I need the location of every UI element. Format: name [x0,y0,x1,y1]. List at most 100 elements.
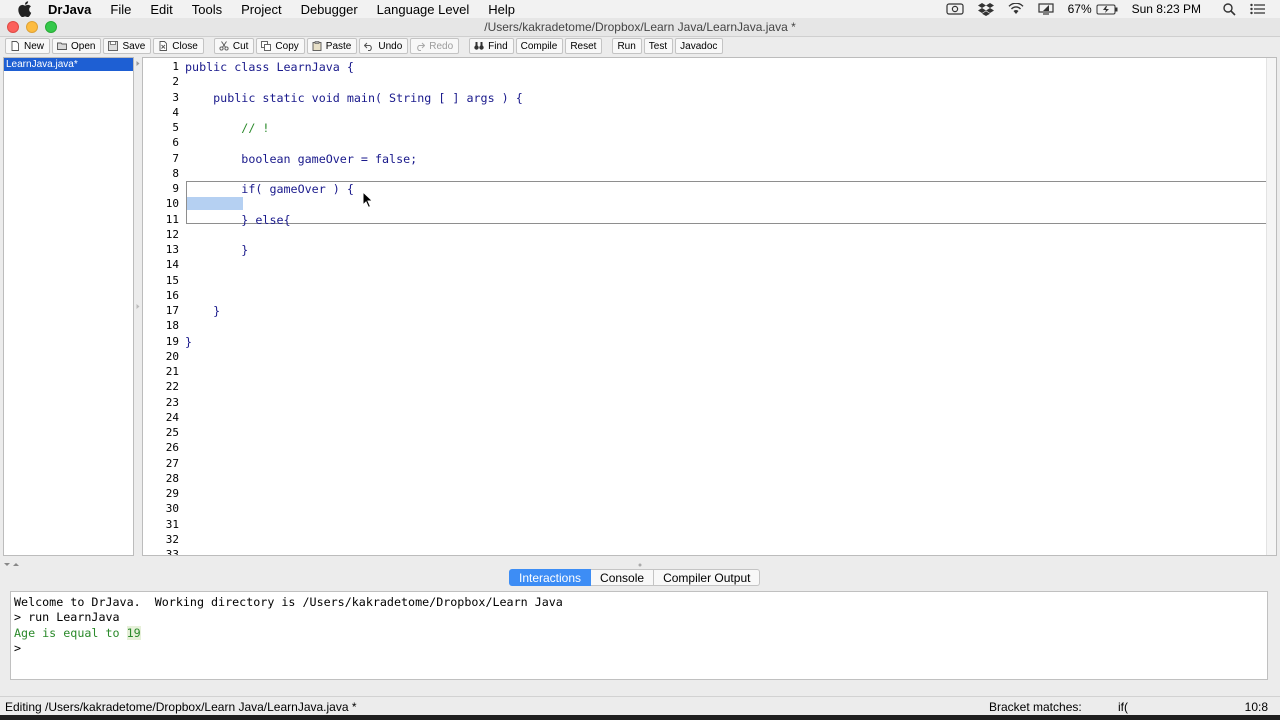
find-button[interactable]: Find [469,38,514,54]
line-number: 9 [172,182,179,195]
line-number: 13 [165,243,179,256]
line-number: 16 [165,288,179,302]
undo-arrow-icon [364,42,373,51]
code-line: boolean gameOver = false; [185,151,418,166]
battery-percent[interactable]: 67% [1068,2,1092,16]
editor-vertical-scrollbar[interactable] [1266,58,1276,555]
line-number: 20 [165,349,179,363]
spotlight-search-icon[interactable] [1223,2,1236,16]
interactions-welcome-line: Welcome to DrJava. Working directory is … [14,595,563,609]
line-number: 6 [172,136,179,150]
line-number: 19 [165,334,179,348]
open-folder-icon [57,42,67,50]
mouse-pointer-icon [362,191,374,209]
code-line: } [185,243,249,257]
reset-button[interactable]: Reset [565,38,603,54]
line-number-gutter: 1 2 3 4 5 6 7 8 9 10 11 12 13 14 15 16 17 18 19 20 21 22 23 24 2… [143,58,179,555]
wifi-icon[interactable] [1008,3,1024,15]
save-button-label: Save [122,40,146,52]
clipboard-icon [312,41,322,51]
cut-button[interactable]: Cut [213,38,255,54]
open-files-pane[interactable]: LearnJava.java* [3,57,134,556]
menu-language-level[interactable]: Language Level [377,2,470,17]
new-button-label: New [24,40,45,52]
line-number: 11 [165,212,179,226]
menu-app-name[interactable]: DrJava [48,2,91,17]
line-number: 2 [172,75,179,89]
tab-console[interactable]: Console [591,569,655,586]
menu-tools[interactable]: Tools [192,2,222,17]
interactions-pane[interactable]: Welcome to DrJava. Working directory is … [10,591,1268,680]
pane-splitter-vertical[interactable] [136,57,140,556]
display-icon[interactable] [1037,3,1054,15]
javadoc-button[interactable]: Javadoc [675,38,724,54]
save-button[interactable]: Save [103,38,152,54]
status-bar: Editing /Users/kakradetome/Dropbox/Learn… [0,696,1280,715]
battery-icon[interactable] [1096,4,1118,15]
paste-button[interactable]: Paste [306,38,358,54]
code-line: } else{ [185,212,291,227]
bottom-tab-bar: Interactions Console Compiler Output [509,569,761,586]
code-text-area[interactable]: public class LearnJava { public static v… [185,58,1276,555]
close-button-label: Close [172,40,198,52]
redo-button[interactable]: Redo [410,38,460,54]
run-button-label: Run [617,40,636,52]
line-number: 10 [165,197,179,211]
menu-file[interactable]: File [110,2,131,17]
open-button[interactable]: Open [52,38,102,54]
copy-button[interactable]: Copy [256,38,305,54]
line-number: 15 [165,273,179,287]
code-editor[interactable]: 1 2 3 4 5 6 7 8 9 10 11 12 13 14 15 16 17 18 19 20 21 22 23 24 2… [142,57,1277,556]
menu-help[interactable]: Help [488,2,515,17]
menu-project[interactable]: Project [241,2,281,17]
line-number: 32 [165,532,179,546]
close-file-icon [159,41,168,51]
menu-clock[interactable]: Sun 8:23 PM [1132,2,1201,16]
redo-arrow-icon [417,42,426,51]
code-line: // ! [185,121,270,135]
interactions-prompt[interactable]: > [14,641,1264,656]
line-number: 18 [165,319,179,333]
file-list-item-learnjava[interactable]: LearnJava.java* [4,58,133,71]
cut-button-label: Cut [232,40,249,52]
line-number: 28 [165,471,179,485]
line-number: 8 [172,166,179,180]
line-number: 25 [165,426,179,439]
camera-icon[interactable] [945,3,964,15]
menu-edit[interactable]: Edit [150,2,172,17]
compile-button[interactable]: Compile [515,38,564,54]
save-disk-icon [108,41,119,51]
line-number: 26 [165,441,179,455]
status-bracket-label: Bracket matches: [989,700,1082,714]
find-button-label: Find [488,40,508,52]
javadoc-button-label: Javadoc [680,40,718,52]
main-toolbar: New Open Save Close Cut Copy Paste Undo … [0,37,1280,55]
test-button[interactable]: Test [643,38,674,54]
notification-center-icon[interactable] [1250,3,1266,15]
code-line: if( gameOver ) { [185,182,354,196]
redo-button-label: Redo [429,40,454,52]
tab-interactions[interactable]: Interactions [509,569,592,586]
reset-button-label: Reset [570,40,597,52]
paste-button-label: Paste [325,40,352,52]
dropbox-icon[interactable] [977,2,994,16]
undo-button[interactable]: Undo [359,38,409,54]
menu-debugger[interactable]: Debugger [301,2,358,17]
line-number: 23 [165,395,179,409]
line-number: 33 [165,548,179,556]
line-number: 7 [172,151,179,165]
code-line: public class LearnJava { [185,60,354,74]
interactions-command-line: > run LearnJava [14,610,120,625]
line-number: 31 [165,517,179,531]
run-button[interactable]: Run [612,38,642,54]
apple-menu-icon[interactable] [18,1,34,17]
status-bracket-value: if( [1118,700,1128,714]
pane-splitter-horizontal[interactable] [0,558,1280,567]
new-button[interactable]: New [5,38,51,54]
status-cursor-position: 10:8 [1244,700,1268,714]
line-number: 17 [165,304,179,317]
close-button[interactable]: Close [153,38,204,54]
tab-compiler-output[interactable]: Compiler Output [654,569,761,586]
line-number: 24 [165,410,179,424]
status-editing-path: Editing /Users/kakradetome/Dropbox/Learn… [5,700,357,714]
